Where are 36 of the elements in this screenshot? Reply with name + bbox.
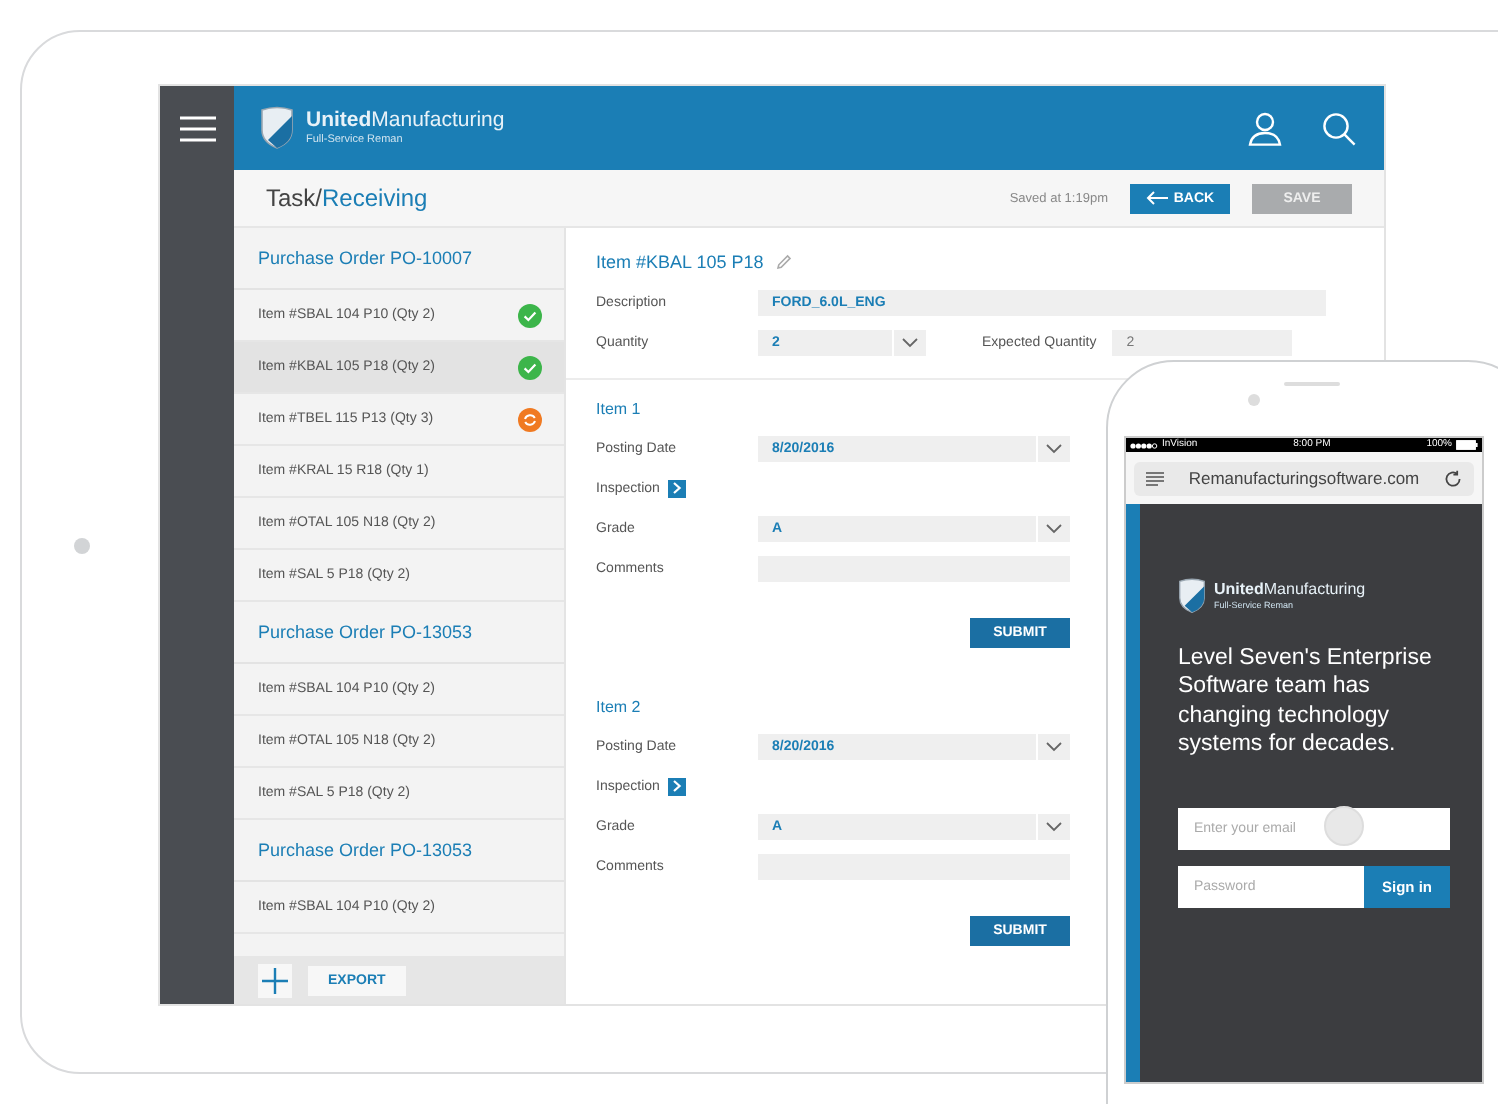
camera-icon xyxy=(74,538,90,554)
user-icon xyxy=(1248,111,1282,145)
chevron-down-icon xyxy=(902,337,918,347)
brand-name: UnitedManufacturing xyxy=(306,110,505,134)
chevron-down-icon xyxy=(1046,443,1062,453)
item-title: Item #KBAL 105 P18 xyxy=(596,252,764,272)
chevron-down-icon xyxy=(1046,523,1062,533)
purchase-order-heading: Purchase Order PO-13053 xyxy=(258,622,473,642)
chevron-down-icon xyxy=(1046,741,1062,751)
add-button[interactable] xyxy=(258,963,292,997)
touch-indicator xyxy=(1324,805,1364,845)
open-inspection-button[interactable] xyxy=(667,479,686,497)
headline: Level Seven's Enterprise Software team has changing technology systems for decades. xyxy=(1178,644,1434,759)
item-heading: Item 2 xyxy=(596,698,643,720)
page-title: Task/Receiving xyxy=(266,184,428,212)
open-inspection-button[interactable] xyxy=(667,777,686,795)
brand-name: UnitedManufacturing xyxy=(1214,582,1366,600)
chevron-right-icon xyxy=(671,482,682,494)
menu-icon xyxy=(179,115,215,141)
address-bar[interactable]: Remanufacturingsoftware.com xyxy=(1134,461,1474,495)
chevron-down-icon xyxy=(1046,821,1062,831)
shield-logo-icon xyxy=(260,106,294,150)
user-button[interactable] xyxy=(1248,111,1282,145)
item-heading: Item 1 xyxy=(596,400,643,422)
purchase-order-heading: Purchase Order PO-13053 xyxy=(258,840,473,860)
reload-icon xyxy=(1444,469,1462,487)
search-button[interactable] xyxy=(1322,111,1356,145)
lines-icon xyxy=(1146,471,1164,485)
chevron-right-icon xyxy=(671,780,682,792)
purchase-order-heading: Purchase Order PO-10007 xyxy=(258,248,473,268)
pencil-icon xyxy=(775,254,792,270)
camera-icon xyxy=(1248,394,1260,406)
arrow-left-icon xyxy=(1145,190,1168,206)
plus-icon xyxy=(262,967,288,993)
shield-logo-icon xyxy=(1178,578,1206,614)
search-icon xyxy=(1322,111,1356,145)
